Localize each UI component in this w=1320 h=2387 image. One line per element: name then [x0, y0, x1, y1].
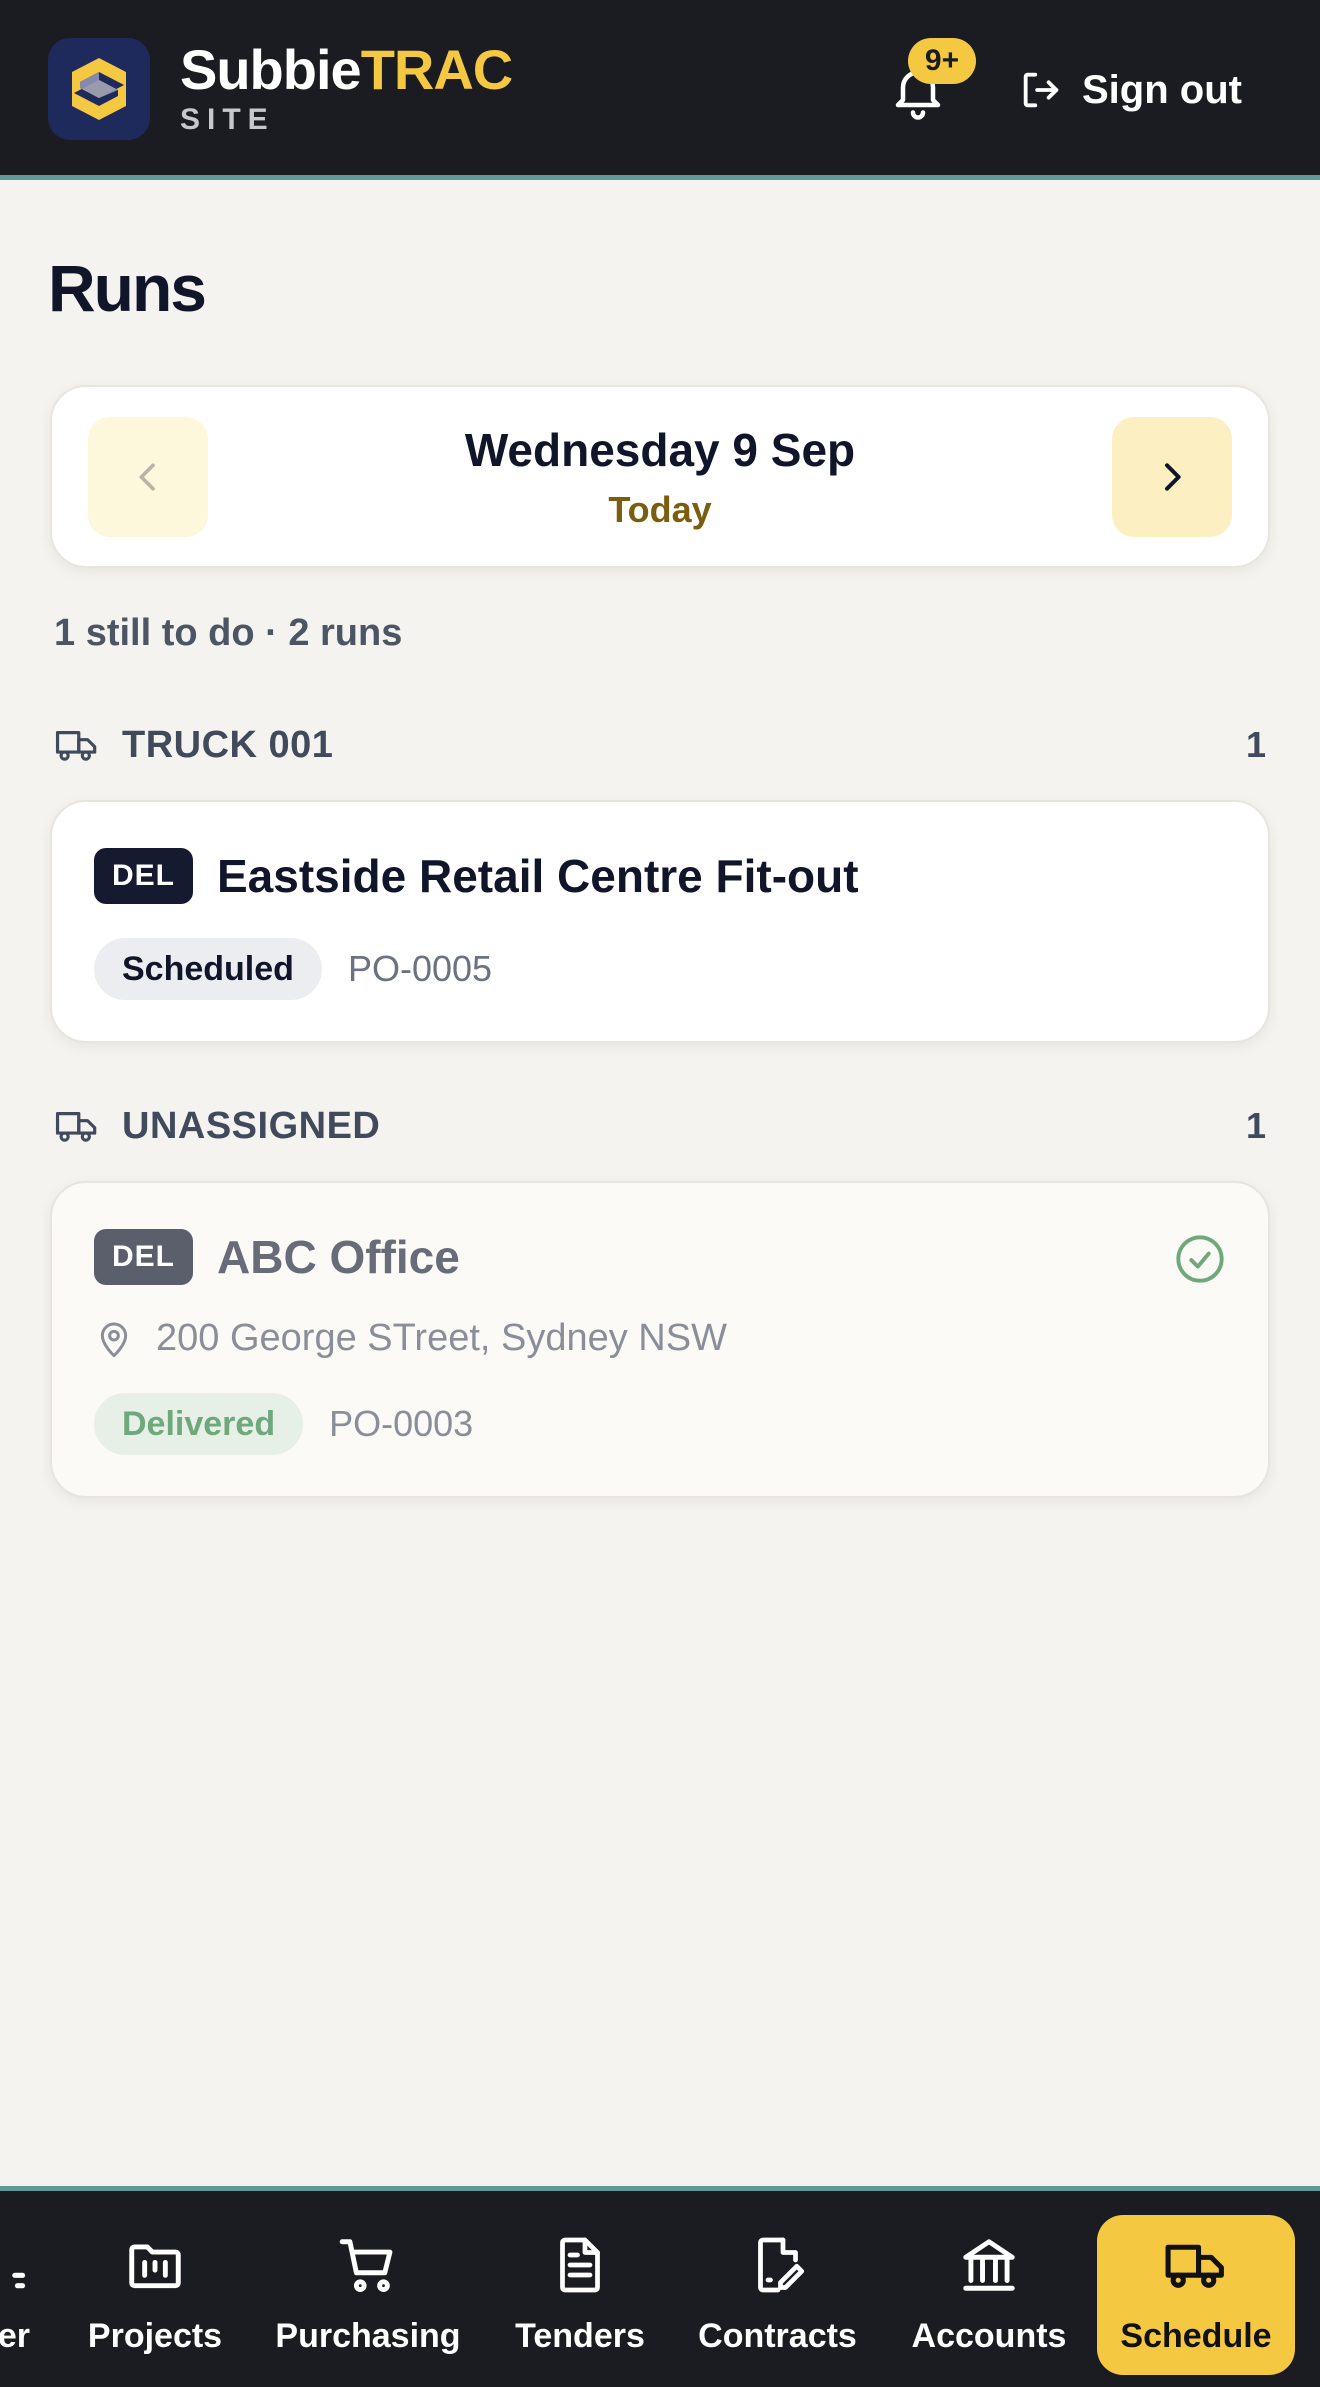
nav-label: Projects [87, 2317, 223, 2355]
nav-item-accounts[interactable]: Accounts [900, 2221, 1078, 2371]
brand-name: SubbieTRAC [180, 38, 514, 102]
nav-label: Tenders [515, 2317, 645, 2355]
nav-item-contracts[interactable]: Contracts [690, 2221, 865, 2371]
nav-label: Purchasing [275, 2317, 461, 2355]
run-meta: Delivered PO-0003 [94, 1393, 473, 1455]
sign-out-label: Sign out [1082, 67, 1242, 112]
nav-item-projects[interactable]: Projects [80, 2221, 230, 2371]
group-count: 1 [1245, 1105, 1266, 1146]
contract-edit-icon [748, 2229, 808, 2301]
truck-icon [55, 731, 97, 761]
completed-check-icon [1174, 1233, 1226, 1290]
truck-icon [1163, 2229, 1229, 2301]
cart-icon [335, 2229, 401, 2301]
nav-label: Schedule [1120, 2317, 1272, 2355]
brand-subtitle: SITE [180, 103, 275, 136]
delivery-tag: DEL [94, 848, 193, 904]
delivery-tag: DEL [94, 1229, 193, 1285]
nav-item-purchasing[interactable]: Purchasing [268, 2221, 468, 2371]
nav-item-partial[interactable]: er [0, 2221, 30, 2371]
app-logo-icon[interactable] [48, 38, 150, 140]
top-bar: SubbieTRAC SITE 9+ Sign out [0, 0, 1320, 180]
bank-icon [957, 2229, 1021, 2301]
brand: SubbieTRAC SITE [180, 38, 514, 138]
group-header-unassigned: UNASSIGNED 1 [54, 1101, 1266, 1151]
run-name: Eastside Retail Centre Fit-out [217, 850, 859, 902]
sign-out-button[interactable]: Sign out [1018, 62, 1242, 118]
date-navigator: Wednesday 9 Sep Today [50, 385, 1270, 568]
current-date: Wednesday 9 Sep [464, 424, 856, 476]
brand-name-part2: TRAC [360, 38, 514, 101]
date-relative-label: Today [608, 489, 712, 530]
group-header-truck-001: TRUCK 001 1 [54, 720, 1266, 770]
run-card-abc-office[interactable]: DEL ABC Office 200 George STreet, Sydney… [50, 1181, 1270, 1498]
run-card-eastside[interactable]: DEL Eastside Retail Centre Fit-out Sched… [50, 800, 1270, 1043]
notification-badge: 9+ [908, 38, 976, 84]
status-badge: Scheduled [94, 938, 322, 1000]
truck-icon [55, 1112, 97, 1142]
brand-name-part1: Subbie [180, 38, 362, 101]
folder-icon [123, 2229, 187, 2301]
status-badge: Delivered [94, 1393, 304, 1455]
nav-label: Accounts [911, 2317, 1067, 2355]
chevron-right-icon [1165, 463, 1181, 491]
purchase-order-number: PO-0003 [329, 1403, 474, 1444]
location-pin-icon [100, 1322, 128, 1357]
group-title: TRUCK 001 [122, 723, 334, 766]
nav-item-tenders[interactable]: Tenders [505, 2221, 655, 2371]
next-day-button[interactable] [1112, 417, 1232, 537]
partial-icon [10, 2229, 30, 2301]
group-count: 1 [1245, 724, 1266, 765]
runs-summary: 1 still to do · 2 runs [54, 612, 403, 654]
run-heading: DEL Eastside Retail Centre Fit-out [94, 848, 859, 904]
group-title: UNASSIGNED [122, 1104, 381, 1147]
sign-out-icon [1023, 72, 1059, 108]
document-icon [550, 2229, 610, 2301]
run-address: 200 George STreet, Sydney NSW [94, 1317, 727, 1360]
nav-label: er [0, 2317, 30, 2355]
run-name: ABC Office [217, 1231, 460, 1283]
run-heading: DEL ABC Office [94, 1229, 460, 1285]
nav-item-schedule[interactable]: Schedule [1097, 2215, 1295, 2375]
nav-label: Contracts [698, 2317, 857, 2355]
bottom-navigation: er Projects Purchasing Tenders Contracts… [0, 2186, 1320, 2387]
purchase-order-number: PO-0005 [347, 948, 493, 989]
page-title: Runs [48, 251, 207, 325]
run-meta: Scheduled PO-0005 [94, 938, 492, 1000]
address-text: 200 George STreet, Sydney NSW [156, 1317, 727, 1359]
